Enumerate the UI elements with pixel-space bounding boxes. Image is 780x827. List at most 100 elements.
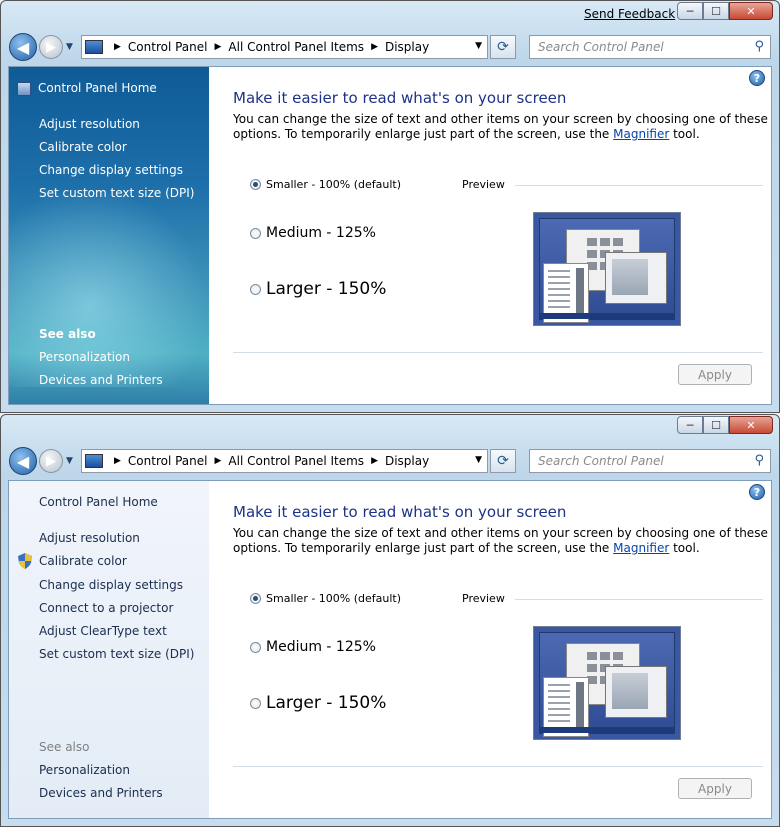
breadcrumb-display[interactable]: Display — [385, 454, 429, 468]
close-button[interactable]: ✕ — [729, 416, 773, 434]
option-larger[interactable]: Larger - 150% — [250, 279, 386, 299]
search-input[interactable] — [538, 40, 738, 54]
breadcrumb-all-items[interactable]: All Control Panel Items — [228, 40, 364, 54]
sidebar-item-personalization[interactable]: Personalization — [39, 350, 130, 364]
sidebar-item-adjust-cleartype[interactable]: Adjust ClearType text — [39, 624, 167, 638]
search-box[interactable]: ⚲ — [529, 449, 771, 473]
option-label: Smaller - 100% (default) — [266, 592, 402, 605]
preview-window — [605, 252, 667, 304]
sidebar-item-devices-and-printers[interactable]: Devices and Printers — [39, 786, 163, 800]
radio-button[interactable] — [250, 283, 261, 295]
address-bar[interactable]: ▶ Control Panel ▶ All Control Panel Item… — [81, 449, 488, 473]
option-label: Medium - 125% — [266, 225, 376, 241]
minimize-button[interactable]: ─ — [677, 2, 703, 20]
radio-button[interactable] — [250, 641, 261, 653]
option-smaller[interactable]: Smaller - 100% (default) — [250, 592, 401, 605]
option-label: Larger - 150% — [266, 693, 387, 713]
magnifier-link[interactable]: Magnifier — [613, 127, 669, 141]
chevron-right-icon[interactable]: ▶ — [215, 456, 222, 466]
radio-button-checked[interactable] — [250, 179, 261, 190]
task-pane: Control Panel Home Adjust resolution Cal… — [9, 481, 209, 818]
page-title: Make it easier to read what's on your sc… — [233, 89, 567, 107]
close-button[interactable]: ✕ — [729, 2, 773, 20]
preview-taskbar — [540, 313, 674, 319]
preview-label: Preview — [462, 178, 505, 191]
breadcrumb-control-panel[interactable]: Control Panel — [128, 454, 208, 468]
uac-shield-icon — [18, 553, 32, 569]
maximize-button[interactable]: ☐ — [703, 416, 729, 434]
control-panel-home-icon — [17, 82, 31, 96]
address-dropdown-icon[interactable]: ▼ — [475, 455, 482, 465]
option-medium[interactable]: Medium - 125% — [250, 225, 376, 241]
sidebar-item-change-display-settings[interactable]: Change display settings — [39, 163, 183, 177]
address-dropdown-icon[interactable]: ▼ — [475, 41, 482, 51]
sidebar-item-calibrate-color[interactable]: Calibrate color — [39, 554, 127, 568]
help-icon[interactable]: ? — [749, 70, 765, 86]
option-label: Smaller - 100% (default) — [266, 178, 402, 191]
forward-button[interactable]: ▶ — [39, 449, 63, 473]
divider — [233, 766, 763, 767]
send-feedback-link[interactable]: Send Feedback — [584, 7, 675, 21]
search-icon[interactable]: ⚲ — [754, 453, 764, 468]
forward-arrow-icon: ▶ — [46, 453, 56, 469]
title-bar[interactable]: Send Feedback ─ ☐ ✕ — [1, 1, 779, 31]
content-area: Control Panel Home Adjust resolution Cal… — [8, 480, 772, 819]
back-button[interactable]: ◀ — [9, 33, 37, 61]
description-text: You can change the size of text and othe… — [233, 526, 769, 556]
option-medium[interactable]: Medium - 125% — [250, 639, 376, 655]
apply-button[interactable]: Apply — [678, 778, 752, 799]
navigation-bar: ◀ ▶ ▼ ▶ Control Panel ▶ All Control Pane… — [1, 446, 779, 476]
apply-button[interactable]: Apply — [678, 364, 752, 385]
breadcrumb-control-panel[interactable]: Control Panel — [128, 40, 208, 54]
sidebar-item-devices-and-printers[interactable]: Devices and Printers — [39, 373, 163, 387]
minimize-button[interactable]: ─ — [677, 416, 703, 434]
sidebar-item-control-panel-home[interactable]: Control Panel Home — [38, 81, 157, 95]
sidebar-item-adjust-resolution[interactable]: Adjust resolution — [39, 117, 140, 131]
breadcrumb-display[interactable]: Display — [385, 40, 429, 54]
sidebar-item-custom-text-size[interactable]: Set custom text size (DPI) — [39, 186, 194, 200]
search-input[interactable] — [538, 454, 738, 468]
maximize-button[interactable]: ☐ — [703, 2, 729, 20]
description-after: tool. — [669, 541, 700, 555]
sidebar-item-control-panel-home[interactable]: Control Panel Home — [39, 495, 158, 509]
back-arrow-icon: ◀ — [16, 451, 30, 471]
address-bar[interactable]: ▶ Control Panel ▶ All Control Panel Item… — [81, 35, 488, 59]
description-after: tool. — [669, 127, 700, 141]
chevron-right-icon[interactable]: ▶ — [215, 42, 222, 52]
content-area: Control Panel Home Adjust resolution Cal… — [8, 66, 772, 405]
forward-button[interactable]: ▶ — [39, 35, 63, 59]
option-larger[interactable]: Larger - 150% — [250, 693, 386, 713]
radio-button-checked[interactable] — [250, 593, 261, 604]
display-window-2: ─ ☐ ✕ ◀ ▶ ▼ ▶ Control Panel ▶ All Contro… — [0, 414, 780, 827]
help-icon[interactable]: ? — [749, 484, 765, 500]
preview-desktop — [539, 218, 675, 323]
search-box[interactable]: ⚲ — [529, 35, 771, 59]
sidebar-item-change-display-settings[interactable]: Change display settings — [39, 578, 183, 592]
search-icon[interactable]: ⚲ — [754, 39, 764, 54]
magnifier-link[interactable]: Magnifier — [613, 541, 669, 555]
recent-pages-dropdown-icon[interactable]: ▼ — [66, 42, 73, 52]
title-bar[interactable]: ─ ☐ ✕ — [1, 415, 779, 445]
back-button[interactable]: ◀ — [9, 447, 37, 475]
sidebar-item-calibrate-color[interactable]: Calibrate color — [39, 140, 127, 154]
sidebar-item-adjust-resolution[interactable]: Adjust resolution — [39, 531, 140, 545]
sidebar-item-custom-text-size[interactable]: Set custom text size (DPI) — [39, 647, 194, 661]
radio-button[interactable] — [250, 697, 261, 709]
see-also-heading: See also — [39, 740, 90, 754]
preview-window — [605, 666, 667, 718]
chevron-right-icon[interactable]: ▶ — [371, 42, 378, 52]
refresh-button[interactable]: ⟳ — [490, 35, 516, 59]
chevron-right-icon[interactable]: ▶ — [114, 42, 121, 52]
sidebar-item-connect-projector[interactable]: Connect to a projector — [39, 601, 173, 615]
chevron-right-icon[interactable]: ▶ — [114, 456, 121, 466]
preview-divider — [515, 599, 763, 600]
task-pane: Control Panel Home Adjust resolution Cal… — [9, 67, 209, 404]
chevron-right-icon[interactable]: ▶ — [371, 456, 378, 466]
sidebar-item-personalization[interactable]: Personalization — [39, 763, 130, 777]
breadcrumb-all-items[interactable]: All Control Panel Items — [228, 454, 364, 468]
option-smaller[interactable]: Smaller - 100% (default) — [250, 178, 401, 191]
recent-pages-dropdown-icon[interactable]: ▼ — [66, 456, 73, 466]
refresh-button[interactable]: ⟳ — [490, 449, 516, 473]
radio-button[interactable] — [250, 227, 261, 239]
caption-buttons: ─ ☐ ✕ — [677, 2, 773, 20]
